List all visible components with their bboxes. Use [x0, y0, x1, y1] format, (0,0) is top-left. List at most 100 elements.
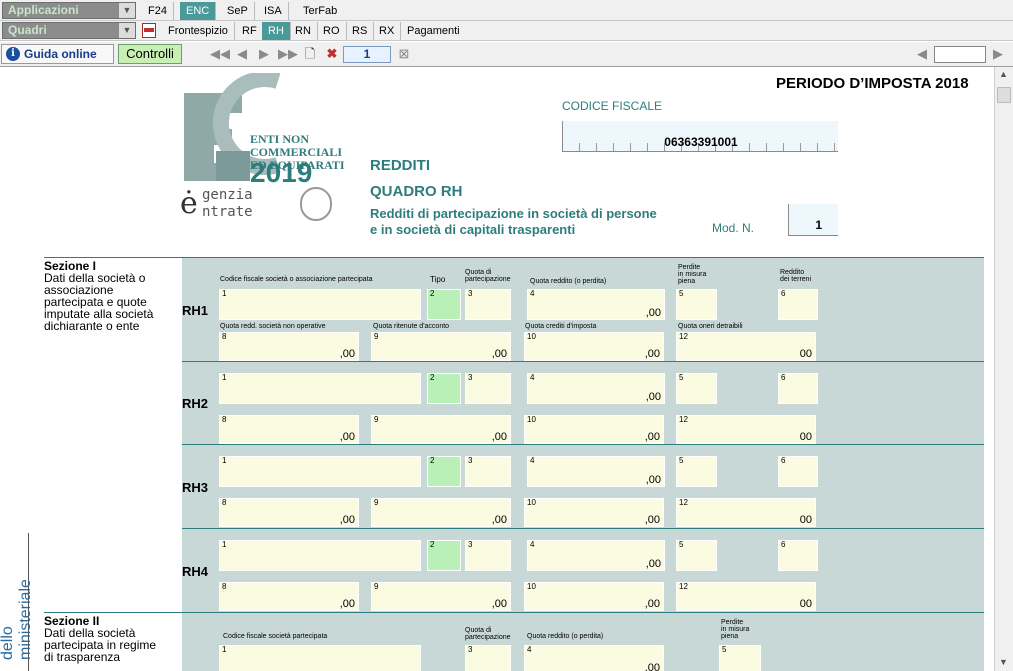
rh3-quota-oneri-field[interactable]: 12 00: [676, 498, 816, 527]
chevron-down-icon[interactable]: ▼: [118, 3, 135, 18]
mod-n-field[interactable]: 1: [788, 204, 838, 236]
applicazioni-dropdown[interactable]: Applicazioni ▼: [2, 2, 136, 19]
last-page-icon[interactable]: ▶▶: [278, 46, 298, 62]
rh1-quota-ritenute-field[interactable]: 9,00: [371, 332, 511, 361]
rh1-quota-crediti-field[interactable]: 10,00: [524, 332, 664, 361]
rh1-perdite-field[interactable]: 5: [676, 289, 717, 320]
rh2-perdite-field[interactable]: 5: [676, 373, 717, 404]
chevron-down-icon[interactable]: ▼: [118, 23, 135, 38]
tab-rn[interactable]: RN: [289, 22, 318, 40]
quadro-title: QUADRO RH: [370, 183, 463, 200]
sezione1-line: dichiarante o ente: [44, 319, 140, 333]
rh2-quota-partecipazione-field[interactable]: 3: [465, 373, 511, 404]
rh1-quota-reddito-field[interactable]: 4,00: [527, 289, 665, 320]
enc-logo: ENTI NON COMMERCIALI ED EQUIPARATI 2019 …: [180, 73, 400, 233]
rh4-quota-reddito-field[interactable]: 4,00: [527, 540, 665, 571]
rh1-quota-oneri-field[interactable]: 12 00: [676, 332, 816, 361]
tab-sep[interactable]: SeP: [221, 2, 255, 20]
rh3-quota-crediti-field[interactable]: 10,00: [524, 498, 664, 527]
rh2-tipo-field[interactable]: 2: [427, 373, 461, 404]
tab-ro[interactable]: RO: [317, 22, 347, 40]
codice-fiscale-field[interactable]: 06363391001: [562, 121, 838, 152]
rh3-reddito-terreni-field[interactable]: 6: [778, 456, 818, 487]
rh4-reddito-terreni-field[interactable]: 6: [778, 540, 818, 571]
rh4-quota-partecipazione-field[interactable]: 3: [465, 540, 511, 571]
tab-rh[interactable]: RH: [262, 22, 291, 40]
tab-isa[interactable]: ISA: [258, 2, 289, 20]
rh1-quota-partecipazione-field[interactable]: 3: [465, 289, 511, 320]
rh2-codice-fiscale-field[interactable]: 1: [219, 373, 421, 404]
rh3-quota-ritenute-field[interactable]: 9,00: [371, 498, 511, 527]
scroll-left-icon[interactable]: ◀: [914, 46, 930, 62]
rh1-codice-fiscale-field[interactable]: 1: [219, 289, 421, 320]
rh2-quota-reddito-field[interactable]: 4,00: [527, 373, 665, 404]
first-page-icon[interactable]: ◀◀: [210, 46, 230, 62]
rh4-perdite-field[interactable]: 5: [676, 540, 717, 571]
clear-icon[interactable]: ⊠: [396, 46, 412, 62]
codice-fiscale-label: CODICE FISCALE: [562, 99, 663, 113]
decimal-suffix: ,00: [644, 514, 660, 526]
pdf-icon[interactable]: [142, 23, 156, 38]
sez2-quota-reddito-field[interactable]: 4,00: [524, 645, 664, 671]
label-codice-fiscale: Codice fiscale società o associazione pa…: [220, 276, 373, 283]
search-page-field[interactable]: [934, 46, 986, 63]
sez2-quota-partecipazione-field[interactable]: 3: [465, 645, 511, 671]
decimal-suffix: ,00: [644, 431, 660, 443]
scrollbar-thumb[interactable]: [997, 87, 1011, 103]
tab-rs[interactable]: RS: [346, 22, 375, 40]
scroll-down-icon[interactable]: ▼: [999, 657, 1008, 667]
rh3-codice-fiscale-field[interactable]: 1: [219, 456, 421, 487]
row-label-rh3: RH3: [182, 480, 209, 495]
rh2-quota-crediti-field[interactable]: 10,00: [524, 415, 664, 444]
rh4-quota-crediti-field[interactable]: 10,00: [524, 582, 664, 611]
previous-page-icon[interactable]: ◀: [234, 46, 250, 62]
rh3-quota-reddito-field[interactable]: 4,00: [527, 456, 665, 487]
guida-online-label: Guida online: [24, 47, 97, 61]
new-page-icon[interactable]: 🗋: [302, 46, 318, 62]
rh3-tipo-field[interactable]: 2: [427, 456, 461, 487]
next-page-icon[interactable]: ▶: [256, 46, 272, 62]
sez2-codice-fiscale-field[interactable]: 1: [219, 645, 421, 671]
tab-pagamenti[interactable]: Pagamenti: [401, 22, 466, 40]
row-divider: [182, 528, 984, 529]
guida-online-button[interactable]: i Guida online: [1, 44, 114, 64]
decimal-suffix: ,00: [491, 431, 507, 443]
rh4-quota-non-operative-field[interactable]: 8,00: [219, 582, 359, 611]
rh1-tipo-field[interactable]: 2: [427, 289, 461, 320]
decimal-suffix: 00: [799, 514, 812, 526]
scroll-right-icon[interactable]: ▶: [990, 46, 1006, 62]
rh2-quota-oneri-field[interactable]: 12 00: [676, 415, 816, 444]
tab-enc[interactable]: ENC: [180, 2, 217, 20]
rh1-reddito-terreni-field[interactable]: 6: [778, 289, 818, 320]
label-quota-oneri: Quota oneri detraibili: [678, 323, 743, 330]
rh2-reddito-terreni-field[interactable]: 6: [778, 373, 818, 404]
rh4-tipo-field[interactable]: 2: [427, 540, 461, 571]
rh3-perdite-field[interactable]: 5: [676, 456, 717, 487]
rh1-quota-non-operative-field[interactable]: 8,00: [219, 332, 359, 361]
tab-rx[interactable]: RX: [373, 22, 402, 40]
rh3-quota-non-operative-field[interactable]: 8,00: [219, 498, 359, 527]
controlli-button[interactable]: Controlli: [118, 44, 182, 64]
delete-page-icon[interactable]: ✖: [324, 46, 340, 62]
rh2-quota-non-operative-field[interactable]: 8,00: [219, 415, 359, 444]
decimal-suffix: ,00: [339, 431, 355, 443]
rh3-quota-partecipazione-field[interactable]: 3: [465, 456, 511, 487]
rh2-quota-ritenute-field[interactable]: 9,00: [371, 415, 511, 444]
decimal-suffix: ,00: [491, 514, 507, 526]
rh4-quota-oneri-field[interactable]: 12 00: [676, 582, 816, 611]
scroll-up-icon[interactable]: ▲: [999, 69, 1008, 79]
page-number-field[interactable]: 1: [343, 46, 391, 63]
tab-rf[interactable]: RF: [236, 22, 264, 40]
rh4-quota-ritenute-field[interactable]: 9,00: [371, 582, 511, 611]
quadri-dropdown[interactable]: Quadri ▼: [2, 22, 136, 39]
agenzia-entrate-logo: genzia ntrate ė: [180, 187, 332, 221]
tab-frontespizio[interactable]: Frontespizio: [162, 22, 235, 40]
tab-terfab[interactable]: TerFab: [297, 2, 343, 20]
row-divider: [182, 361, 984, 362]
tab-f24[interactable]: F24: [142, 2, 174, 20]
decimal-suffix: ,00: [644, 598, 660, 610]
rh4-codice-fiscale-field[interactable]: 1: [219, 540, 421, 571]
row-divider: [182, 444, 984, 445]
vertical-scrollbar[interactable]: ▲ ▼: [994, 67, 1013, 671]
sez2-perdite-field[interactable]: 5: [719, 645, 761, 671]
